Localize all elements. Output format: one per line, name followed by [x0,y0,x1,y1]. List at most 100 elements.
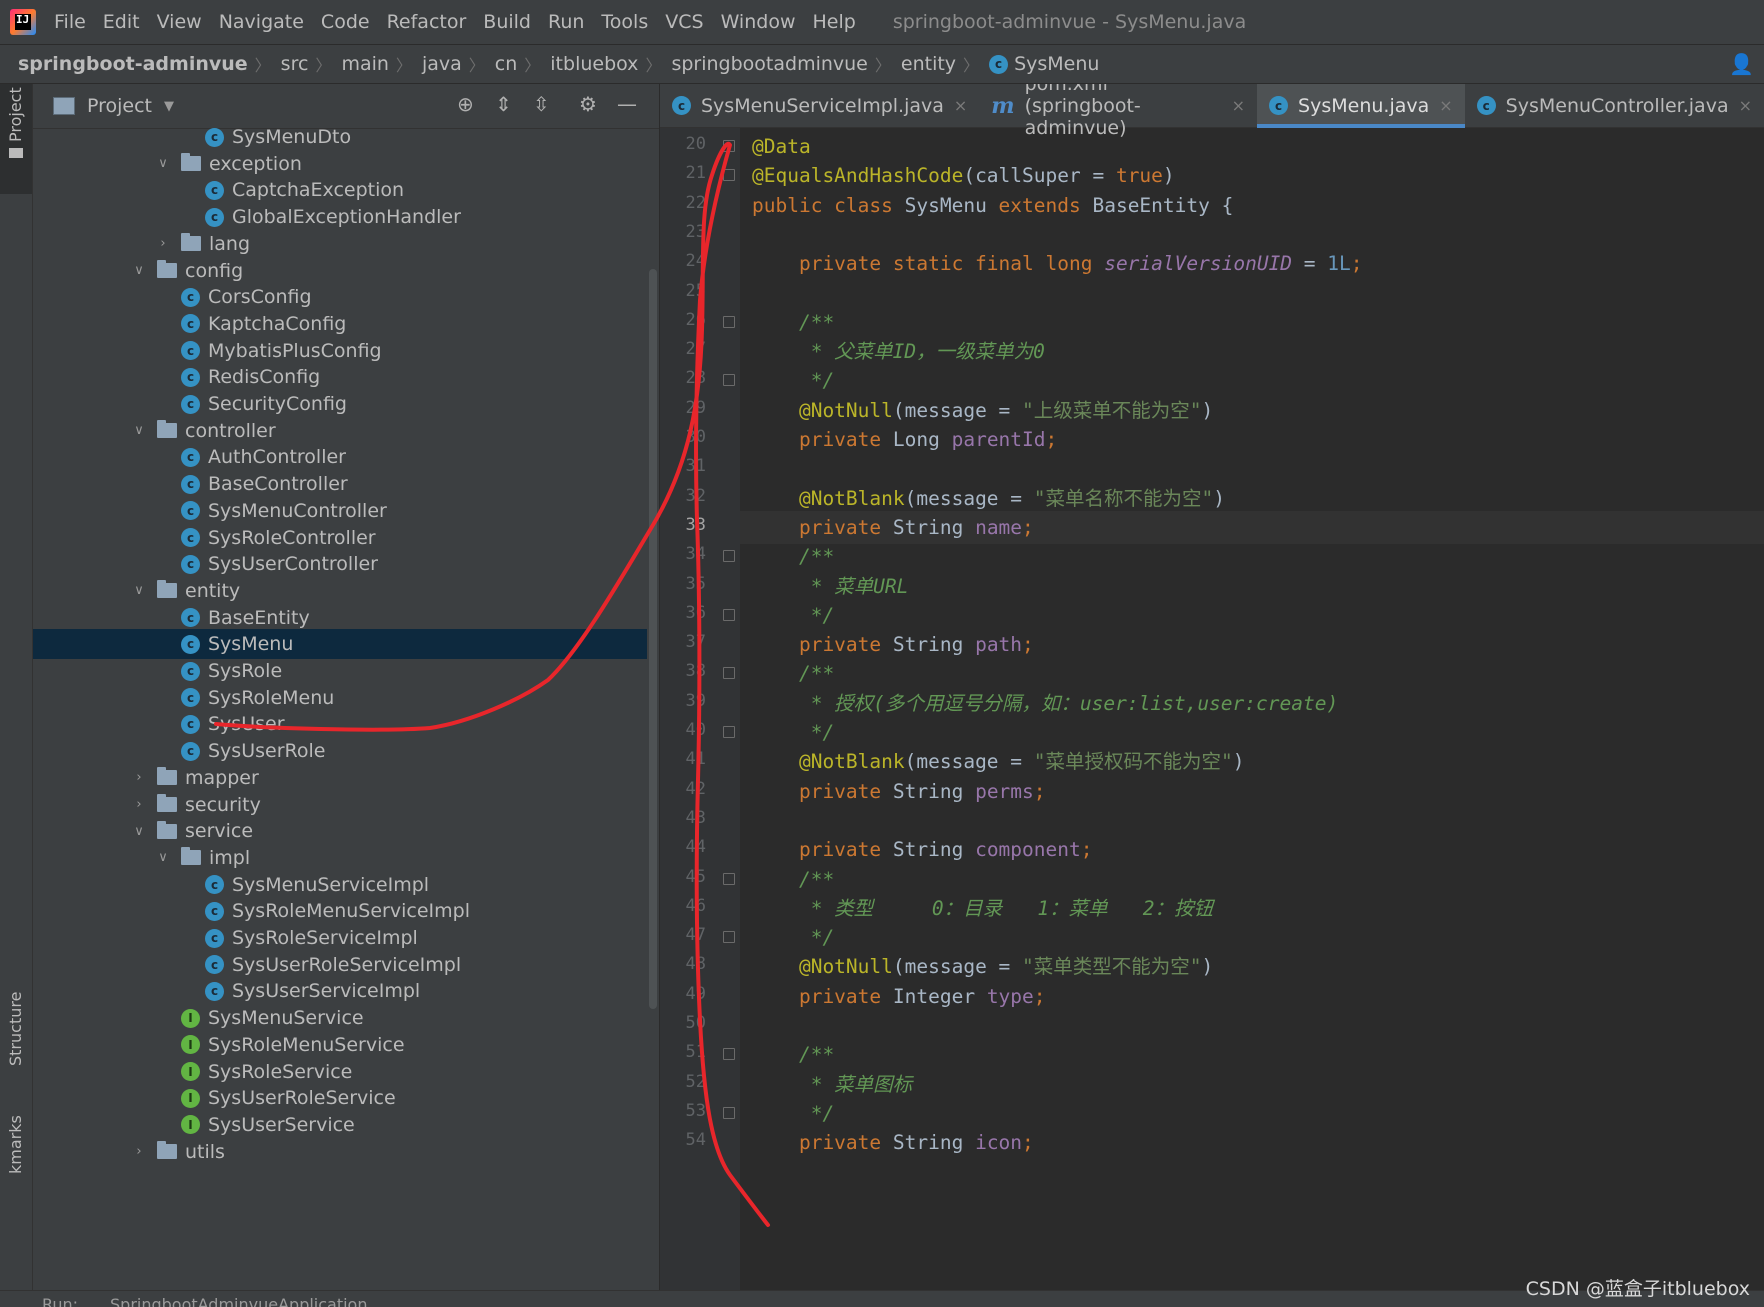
bookmarks-tool-button[interactable]: kmarks [0,1104,32,1174]
chevron-right-icon[interactable]: › [155,236,171,251]
tree-item-sysroleserviceimpl[interactable]: c SysRoleServiceImpl [33,923,647,953]
fold-marker-icon[interactable] [723,169,735,182]
chevron-right-icon[interactable]: › [131,797,147,812]
fold-marker-icon[interactable] [723,315,735,328]
menu-build[interactable]: Build [483,11,531,33]
tree-folder-service[interactable]: ∨ service [33,816,647,846]
fold-marker-icon[interactable] [723,1106,735,1119]
chevron-right-icon[interactable]: › [131,770,147,785]
tree-folder-impl[interactable]: ∨ impl [33,843,647,873]
run-configuration-label[interactable]: SpringbootAdminvueApplication [110,1295,367,1307]
breadcrumb-item-entity[interactable]: entity [893,53,961,75]
fold-marker-icon[interactable] [723,550,735,563]
chevron-down-icon[interactable]: ∨ [131,263,147,278]
tab-pom-xml-springboot-adminvue[interactable]: mpom.xml (springboot-adminvue)× [979,84,1257,139]
close-icon[interactable]: × [1232,96,1245,115]
breadcrumb-item-main[interactable]: main [333,53,393,75]
chevron-down-icon[interactable]: ▼ [164,99,174,114]
close-icon[interactable]: × [1739,96,1752,115]
locate-icon[interactable]: ⊕ [457,92,474,116]
chevron-down-icon[interactable]: ∨ [155,156,171,171]
fold-marker-icon[interactable] [723,608,735,621]
menu-file[interactable]: File [54,11,86,33]
project-tool-button[interactable]: Project [0,84,32,194]
tree-item-captchaexception[interactable]: c CaptchaException [33,175,647,205]
chevron-down-icon[interactable]: ∨ [131,583,147,598]
tree-item-kaptchaconfig[interactable]: c KaptchaConfig [33,309,647,339]
tree-item-sysmenuservice[interactable]: I SysMenuService [33,1003,647,1033]
fold-marker-icon[interactable] [723,140,735,152]
breadcrumb-item-sysmenu[interactable]: c SysMenu [981,53,1104,75]
minimize-icon[interactable]: — [617,92,637,116]
gear-icon[interactable]: ⚙ [579,92,597,116]
menu-run[interactable]: Run [548,11,584,33]
tree-item-sysuserroleserviceimpl[interactable]: c SysUserRoleServiceImpl [33,950,647,980]
tree-scrollbar[interactable] [649,269,657,1009]
tree-folder-config[interactable]: ∨ config [33,256,647,286]
collapse-all-icon[interactable]: ⇳ [533,92,550,116]
fold-marker-icon[interactable] [723,667,735,680]
tree-folder-mapper[interactable]: › mapper [33,763,647,793]
tree-item-baseentity[interactable]: c BaseEntity [33,603,647,633]
breadcrumb-item-springbootadminvue[interactable]: springbootadminvue [663,53,872,75]
fold-marker-icon[interactable] [723,872,735,885]
chevron-down-icon[interactable]: ∨ [131,824,147,839]
tree-item-sysroleservice[interactable]: I SysRoleService [33,1057,647,1087]
tree-item-sysrolemenuservice[interactable]: I SysRoleMenuService [33,1030,647,1060]
menu-edit[interactable]: Edit [103,11,140,33]
tree-item-basecontroller[interactable]: c BaseController [33,469,647,499]
menu-help[interactable]: Help [812,11,855,33]
menu-refactor[interactable]: Refactor [387,11,467,33]
tree-item-sysuser[interactable]: c SysUser [33,709,647,739]
tree-item-sysuserroleservice[interactable]: I SysUserRoleService [33,1083,647,1113]
tab-sysmenuserviceimpl-java[interactable]: c SysMenuServiceImpl.java × [660,84,979,128]
tree-item-sysuserserviceimpl[interactable]: c SysUserServiceImpl [33,976,647,1006]
menu-vcs[interactable]: VCS [665,11,703,33]
tree-folder-utils[interactable]: › utils [33,1137,647,1167]
menu-tools[interactable]: Tools [601,11,648,33]
tab-sysmenucontroller-java[interactable]: c SysMenuController.java × [1465,84,1764,128]
menu-view[interactable]: View [157,11,202,33]
tree-item-securityconfig[interactable]: c SecurityConfig [33,389,647,419]
menu-code[interactable]: Code [321,11,370,33]
tree-folder-controller[interactable]: ∨ controller [33,416,647,446]
fold-marker-icon[interactable] [723,726,735,738]
tree-item-sysmenudto[interactable]: c SysMenuDto [33,122,647,152]
tree-item-sysrolecontroller[interactable]: c SysRoleController [33,523,647,553]
tree-item-sysuserrole[interactable]: c SysUserRole [33,736,647,766]
breadcrumb-item-cn[interactable]: cn [487,53,523,75]
menu-window[interactable]: Window [721,11,796,33]
tree-folder-exception[interactable]: ∨ exception [33,149,647,179]
tree-item-sysmenu[interactable]: c SysMenu [33,629,647,660]
tree-item-sysusercontroller[interactable]: c SysUserController [33,549,647,579]
tab-sysmenu-java[interactable]: c SysMenu.java × [1257,84,1465,128]
breadcrumb-item-src[interactable]: src [273,53,314,75]
tree-folder-lang[interactable]: › lang [33,229,647,259]
fold-marker-icon[interactable] [723,374,735,387]
expand-all-icon[interactable]: ⇕ [495,92,512,116]
code-area[interactable]: @Data @EqualsAndHashCode(callSuper = true… [740,128,1764,1290]
breadcrumb-item-itbluebox[interactable]: itbluebox [542,53,643,75]
chevron-right-icon[interactable]: › [131,1144,147,1159]
close-icon[interactable]: × [1439,96,1452,115]
tree-item-mybatisplusconfig[interactable]: c MybatisPlusConfig [33,336,647,366]
tree-item-sysrole[interactable]: c SysRole [33,656,647,686]
tree-item-sysuserservice[interactable]: I SysUserService [33,1110,647,1140]
tree-item-sysmenuserviceimpl[interactable]: c SysMenuServiceImpl [33,870,647,900]
tree-folder-security[interactable]: › security [33,790,647,820]
tree-folder-entity[interactable]: ∨ entity [33,576,647,606]
run-tool-label[interactable]: Run: [42,1295,78,1307]
tree-item-authcontroller[interactable]: c AuthController [33,442,647,472]
close-icon[interactable]: × [954,96,967,115]
tree-item-sysrolemenu[interactable]: c SysRoleMenu [33,683,647,713]
user-icon[interactable]: 👤 [1729,52,1754,76]
structure-tool-button[interactable]: Structure [0,984,32,1074]
project-panel-title[interactable]: Project [87,95,152,117]
fold-marker-icon[interactable] [723,931,735,944]
chevron-down-icon[interactable]: ∨ [155,850,171,865]
tree-item-corsconfig[interactable]: c CorsConfig [33,282,647,312]
tree-item-redisconfig[interactable]: c RedisConfig [33,362,647,392]
tree-item-sysrolemenuserviceimpl[interactable]: c SysRoleMenuServiceImpl [33,896,647,926]
chevron-down-icon[interactable]: ∨ [131,423,147,438]
breadcrumb-item-springboot-adminvue[interactable]: springboot-adminvue [0,53,253,75]
